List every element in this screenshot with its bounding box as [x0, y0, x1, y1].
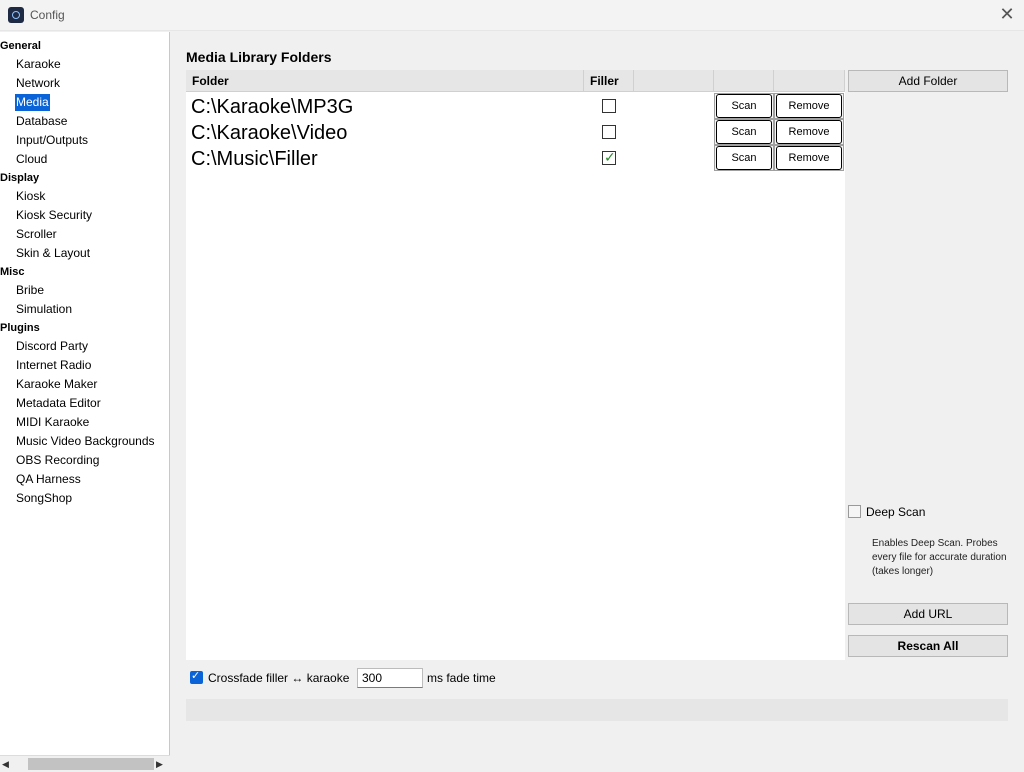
- nav-item-skin-layout[interactable]: Skin & Layout: [15, 245, 91, 262]
- nav-item-network[interactable]: Network: [15, 75, 61, 92]
- filler-checkbox[interactable]: [602, 125, 616, 139]
- rescan-all-button[interactable]: Rescan All: [848, 635, 1008, 657]
- title-bar: Config ✕: [0, 0, 1024, 31]
- nav-item-music-video-backgrounds[interactable]: Music Video Backgrounds: [15, 433, 156, 450]
- nav-item-internet-radio[interactable]: Internet Radio: [15, 357, 92, 374]
- nav-section-plugins: Plugins: [0, 322, 40, 334]
- nav-item-kiosk[interactable]: Kiosk: [15, 188, 46, 205]
- app-icon: [8, 7, 24, 23]
- remove-button[interactable]: Remove: [776, 120, 842, 144]
- close-icon[interactable]: ✕: [998, 5, 1016, 23]
- fade-time-units: ms fade time: [427, 671, 496, 685]
- folder-path[interactable]: C:\Music\Filler: [191, 146, 318, 172]
- column-header-filler[interactable]: Filler: [584, 70, 634, 92]
- nav-item-input-outputs[interactable]: Input/Outputs: [15, 132, 89, 149]
- deep-scan-label[interactable]: Deep Scan: [866, 505, 925, 519]
- scrollbar-thumb[interactable]: [28, 758, 154, 770]
- nav-item-karaoke[interactable]: Karaoke: [15, 56, 62, 73]
- nav-item-obs-recording[interactable]: OBS Recording: [15, 452, 100, 469]
- remove-button[interactable]: Remove: [776, 94, 842, 118]
- fade-time-input[interactable]: [357, 668, 423, 688]
- scroll-left-icon[interactable]: ◀: [2, 758, 12, 770]
- nav-section-display: Display: [0, 172, 40, 184]
- filler-checkbox[interactable]: [602, 99, 616, 113]
- nav-item-metadata-editor[interactable]: Metadata Editor: [15, 395, 102, 412]
- add-folder-button[interactable]: Add Folder: [848, 70, 1008, 92]
- nav-item-kiosk-security[interactable]: Kiosk Security: [15, 207, 93, 224]
- remove-button[interactable]: Remove: [776, 146, 842, 170]
- nav-horizontal-scrollbar[interactable]: ◀ ▶: [0, 755, 170, 772]
- deep-scan-help-text: Enables Deep Scan. Probes every file for…: [872, 538, 1007, 577]
- nav-item-database[interactable]: Database: [15, 113, 68, 130]
- scan-button[interactable]: Scan: [716, 120, 772, 144]
- nav-section-general: General: [0, 40, 41, 52]
- column-header-blank-3: [774, 70, 845, 92]
- folder-path[interactable]: C:\Karaoke\MP3G: [191, 94, 353, 120]
- column-header-blank-1: [634, 70, 714, 92]
- page-title: Media Library Folders: [186, 49, 332, 65]
- column-header-blank-2: [714, 70, 774, 92]
- crossfade-checkbox[interactable]: [190, 669, 203, 684]
- nav-item-media[interactable]: Media: [15, 94, 50, 111]
- nav-item-discord-party[interactable]: Discord Party: [15, 338, 89, 355]
- scroll-right-icon[interactable]: ▶: [156, 758, 166, 770]
- folder-table: Folder Filler C:\Karaoke\MP3G Scan Remov…: [186, 70, 845, 660]
- nav-item-simulation[interactable]: Simulation: [15, 301, 73, 318]
- nav-section-misc: Misc: [0, 266, 25, 278]
- nav-item-midi-karaoke[interactable]: MIDI Karaoke: [15, 414, 90, 431]
- nav-item-qa-harness[interactable]: QA Harness: [15, 471, 82, 488]
- add-url-button[interactable]: Add URL: [848, 603, 1008, 625]
- nav-item-karaoke-maker[interactable]: Karaoke Maker: [15, 376, 98, 393]
- window-title: Config: [30, 8, 65, 22]
- crossfade-label[interactable]: Crossfade filler ↔ karaoke: [208, 671, 349, 685]
- filler-checkbox[interactable]: [602, 149, 616, 166]
- scan-button[interactable]: Scan: [716, 94, 772, 118]
- scan-button[interactable]: Scan: [716, 146, 772, 170]
- deep-scan-checkbox[interactable]: [848, 505, 861, 518]
- nav-item-cloud[interactable]: Cloud: [15, 151, 48, 168]
- settings-nav: General Karaoke Network Media Database I…: [0, 32, 170, 772]
- status-bar: [186, 699, 1008, 721]
- folder-path[interactable]: C:\Karaoke\Video: [191, 120, 347, 146]
- nav-item-scroller[interactable]: Scroller: [15, 226, 58, 243]
- column-header-folder[interactable]: Folder: [186, 70, 584, 92]
- nav-item-songshop[interactable]: SongShop: [15, 490, 73, 507]
- nav-item-bribe[interactable]: Bribe: [15, 282, 45, 299]
